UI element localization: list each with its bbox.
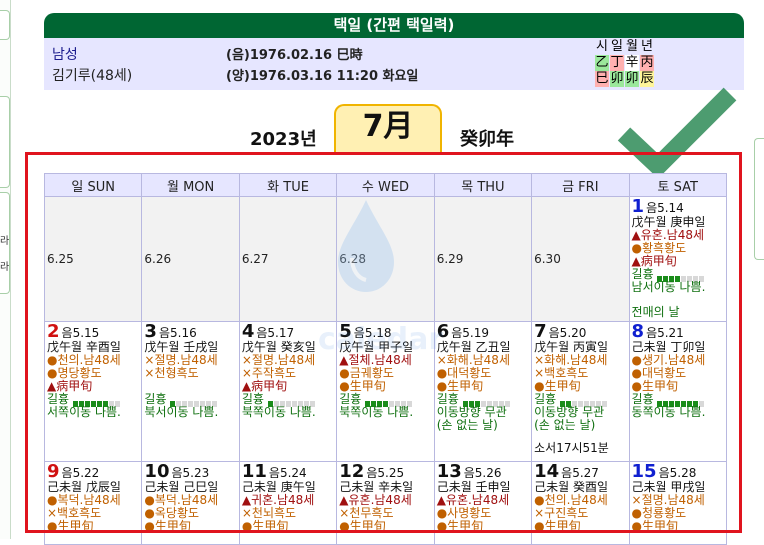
right-panel-edge (754, 0, 764, 539)
page-title: 택일 (간편 택일력) (44, 13, 744, 38)
gender-label: 남성 (52, 47, 78, 63)
panel-tab (754, 138, 764, 260)
pillar-stem: 辛 (625, 55, 639, 71)
four-pillars: 시 일 월 년 乙 丁 辛 丙 巳 卯 卯 辰 (595, 39, 655, 87)
pillar-label: 시 (596, 39, 608, 54)
solar-birth-date: (양)1976.03.16 11:20 화요일 (226, 69, 419, 84)
highlight-frame (25, 152, 742, 533)
person-info-panel: 남성 김기루(48세) (음)1976.02.16 巳時 (양)1976.03.… (44, 38, 744, 90)
pillar-stem: 乙 (595, 55, 609, 71)
panel-tab (0, 10, 10, 40)
name-age-label: 김기루(48세) (52, 68, 133, 84)
pillar-label: 년 (641, 39, 653, 54)
panel-tab (0, 96, 10, 188)
pillar-stem: 丙 (640, 55, 654, 71)
month-label: 7月 (334, 104, 442, 152)
year-label: 2023년 (250, 129, 317, 150)
pillar-stem: 丁 (610, 55, 624, 71)
pillar-branch: 巳 (595, 71, 609, 87)
pillar-label: 월 (626, 39, 638, 54)
panel-text: 라 (0, 262, 10, 273)
panel-text: 라 (0, 236, 10, 247)
left-panel-edge: 라 라 (0, 0, 11, 539)
pillar-label: 일 (611, 39, 623, 54)
lunar-birth-date: (음)1976.02.16 巳時 (226, 48, 363, 63)
year-ganji-label: 癸卯年 (460, 129, 514, 150)
